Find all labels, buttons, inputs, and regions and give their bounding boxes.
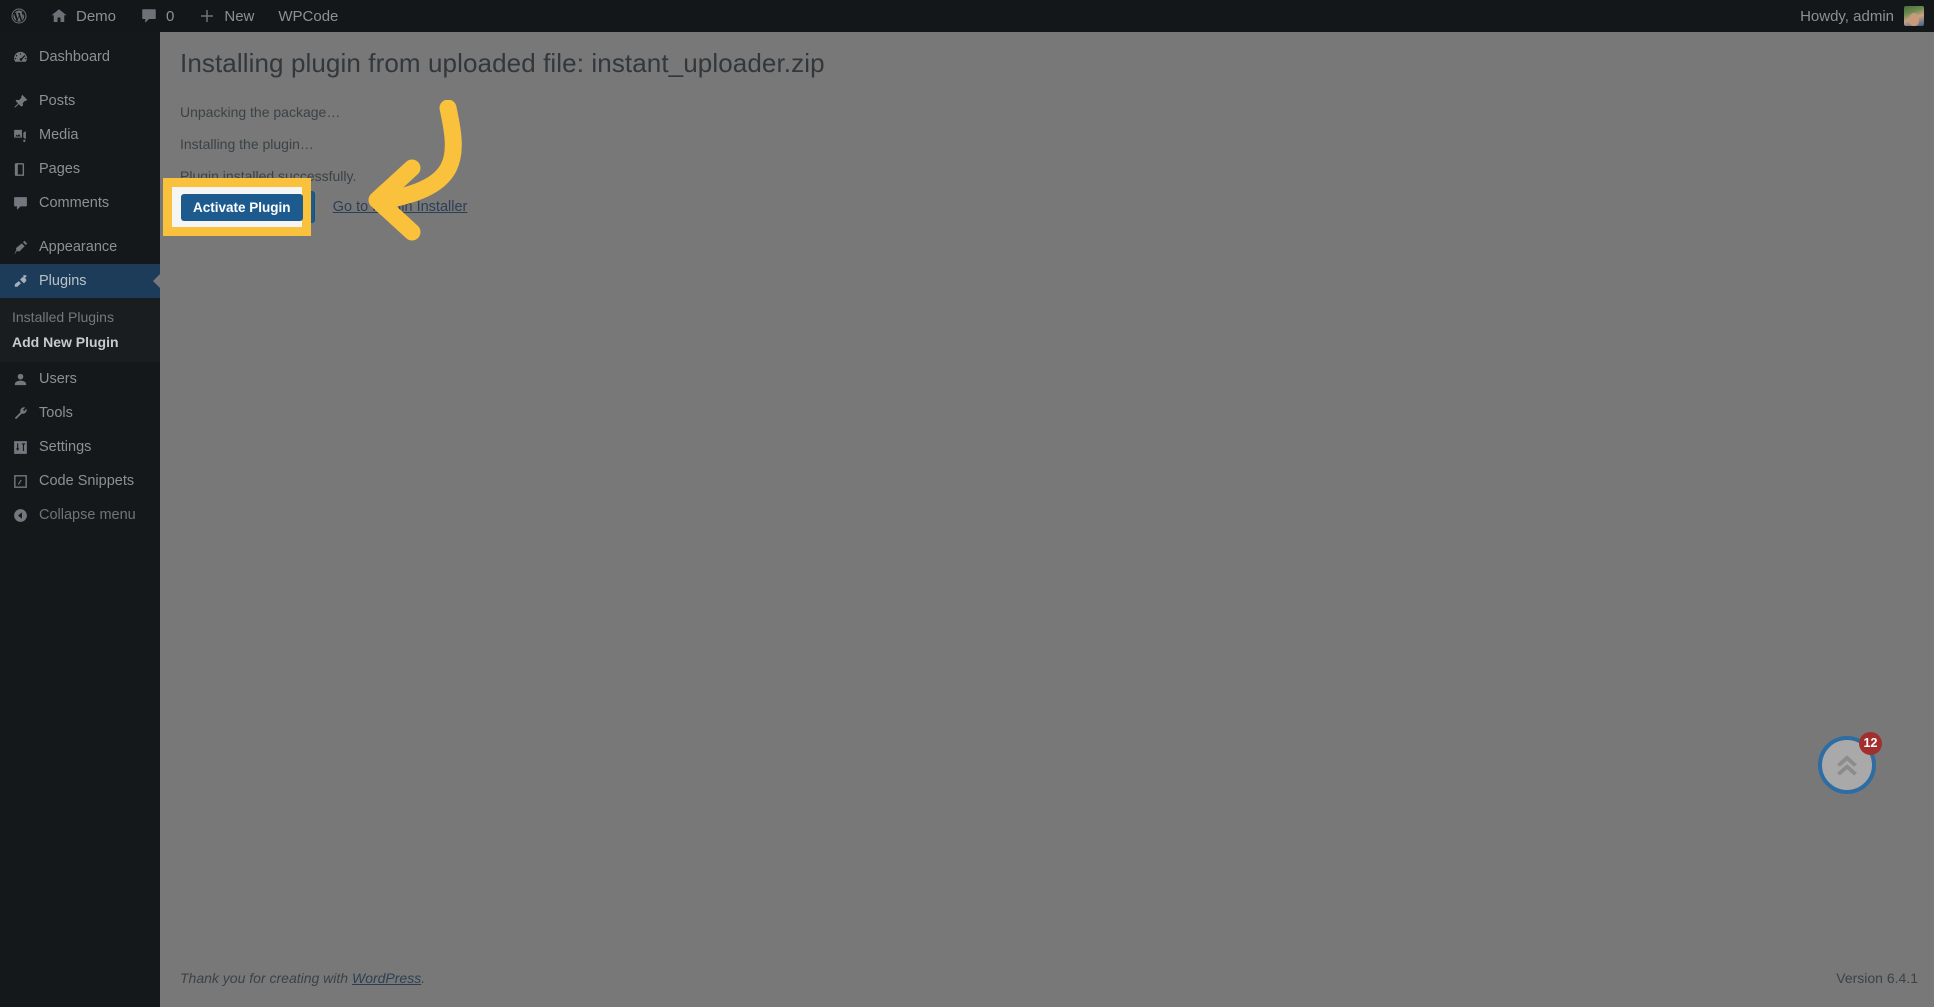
dashboard-icon xyxy=(10,47,30,67)
comment-icon xyxy=(140,7,158,25)
code-icon xyxy=(10,471,30,491)
admin-bar-item-wpcode[interactable]: WPCode xyxy=(266,0,350,32)
brush-icon xyxy=(10,237,30,257)
sidebar-item-collapse-menu[interactable]: Collapse menu xyxy=(0,498,160,532)
admin-bar-site-label: Demo xyxy=(76,7,117,25)
sidebar-item-installed-plugins[interactable]: Installed Plugins xyxy=(0,304,160,329)
status-line-unpacking: Unpacking the package… xyxy=(180,104,341,120)
admin-bar-item-comments[interactable]: 0 xyxy=(128,0,186,32)
sidebar-item-plugins[interactable]: Plugins xyxy=(0,264,160,298)
comment-icon xyxy=(10,193,30,213)
wordpress-version: Version 6.4.1 xyxy=(1836,970,1918,986)
status-line-success: Plugin installed successfully. xyxy=(180,168,357,184)
sidebar-item-pages[interactable]: Pages xyxy=(0,152,160,186)
sidebar-item-label: Media xyxy=(39,127,79,143)
page-title: Installing plugin from uploaded file: in… xyxy=(180,48,825,78)
sliders-icon xyxy=(10,437,30,457)
go-to-plugin-installer-link[interactable]: Go to Plugin Installer xyxy=(333,199,468,215)
sidebar-item-add-new-plugin[interactable]: Add New Plugin xyxy=(0,329,160,354)
admin-bar: Demo 0 New WPCode Howdy, admin xyxy=(0,0,1934,32)
media-icon xyxy=(10,125,30,145)
sidebar-separator xyxy=(0,74,160,84)
user-icon xyxy=(10,369,30,389)
sidebar-item-dashboard[interactable]: Dashboard xyxy=(0,40,160,74)
submenu-item-label: Add New Plugin xyxy=(12,333,119,350)
sidebar-item-settings[interactable]: Settings xyxy=(0,430,160,464)
plug-icon xyxy=(10,271,30,291)
sidebar-item-label: Pages xyxy=(39,161,81,177)
sidebar-item-appearance[interactable]: Appearance xyxy=(0,230,160,264)
footer-credit-prefix: Thank you for creating with xyxy=(180,970,352,986)
pin-icon xyxy=(10,91,30,111)
wordpress-link[interactable]: WordPress xyxy=(352,970,421,986)
admin-bar-item-site-name[interactable]: Demo xyxy=(38,0,128,32)
page-icon xyxy=(10,159,30,179)
sidebar-item-label: Settings xyxy=(39,439,92,455)
badge-count: 12 xyxy=(1859,732,1882,755)
status-line-installing: Installing the plugin… xyxy=(180,136,314,152)
sidebar-item-tools[interactable]: Tools xyxy=(0,396,160,430)
plus-icon xyxy=(198,7,216,25)
sidebar-item-label: Posts xyxy=(39,93,76,109)
sidebar-item-label: Dashboard xyxy=(39,49,110,65)
annotation-highlighted-activate-plugin-button[interactable]: Activate Plugin xyxy=(181,194,303,221)
admin-bar-comment-count: 0 xyxy=(166,7,175,25)
sidebar-item-users[interactable]: Users xyxy=(0,362,160,396)
collapse-icon xyxy=(10,505,30,525)
floating-badge-widget[interactable]: 12 xyxy=(1818,732,1882,794)
admin-sidebar: Dashboard Posts Media Pages Comments App… xyxy=(0,32,160,1007)
sidebar-separator xyxy=(0,220,160,230)
sidebar-item-label: Collapse menu xyxy=(39,507,136,523)
double-chevron-up-icon xyxy=(1837,755,1857,776)
footer-credit-suffix: . xyxy=(421,970,426,986)
admin-bar-wpcode-label: WPCode xyxy=(278,7,339,25)
sidebar-item-label: Tools xyxy=(39,405,73,421)
sidebar-item-label: Appearance xyxy=(39,239,118,255)
admin-bar-new-label: New xyxy=(224,7,255,25)
admin-bar-account-menu[interactable]: Howdy, admin xyxy=(1800,0,1934,32)
sidebar-item-media[interactable]: Media xyxy=(0,118,160,152)
admin-bar-item-new[interactable]: New xyxy=(186,0,266,32)
sidebar-item-label: Code Snippets xyxy=(39,473,135,489)
sidebar-item-code-snippets[interactable]: Code Snippets xyxy=(0,464,160,498)
submenu-item-label: Installed Plugins xyxy=(12,308,114,325)
home-icon xyxy=(50,7,68,25)
wrench-icon xyxy=(10,403,30,423)
sidebar-item-label: Plugins xyxy=(39,273,87,289)
main-content: Installing plugin from uploaded file: in… xyxy=(160,32,1934,1007)
avatar xyxy=(1904,6,1924,26)
sidebar-item-posts[interactable]: Posts xyxy=(0,84,160,118)
sidebar-item-label: Comments xyxy=(39,195,110,211)
footer-credit: Thank you for creating with WordPress. xyxy=(180,970,425,986)
wordpress-logo-icon xyxy=(10,7,28,25)
admin-bar-greeting: Howdy, admin xyxy=(1800,7,1894,25)
wordpress-logo-button[interactable] xyxy=(0,0,38,32)
sidebar-item-label: Users xyxy=(39,371,77,387)
sidebar-submenu-plugins: Installed Plugins Add New Plugin xyxy=(0,298,160,362)
sidebar-item-comments[interactable]: Comments xyxy=(0,186,160,220)
